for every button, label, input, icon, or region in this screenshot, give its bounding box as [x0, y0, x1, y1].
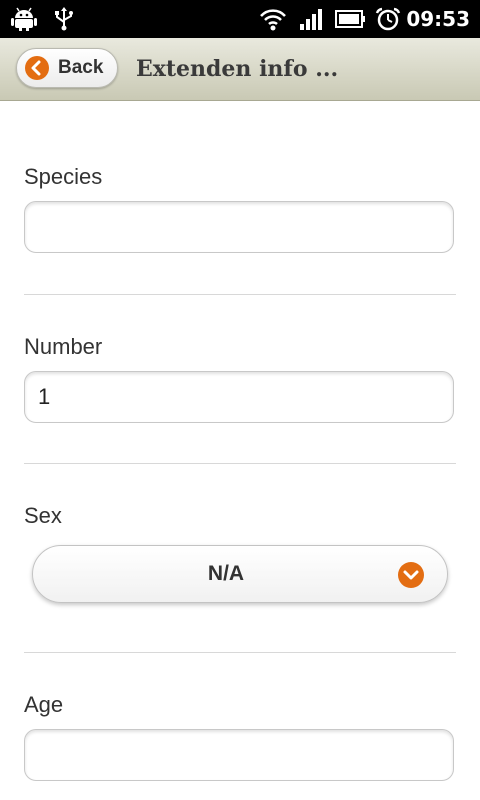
age-input[interactable]	[24, 729, 454, 781]
divider	[24, 463, 456, 464]
divider	[24, 652, 456, 653]
signal-icon	[298, 7, 326, 31]
age-label: Age	[24, 692, 64, 717]
number-label: Number	[24, 334, 103, 359]
divider	[24, 294, 456, 295]
species-label: Species	[24, 164, 103, 189]
header-bar: Back Extenden info ...	[0, 38, 480, 101]
alarm-icon	[374, 7, 402, 31]
clock-time: 09:53	[406, 7, 470, 31]
usb-icon	[52, 7, 76, 31]
species-input[interactable]	[24, 201, 454, 253]
wifi-icon	[258, 7, 288, 31]
sex-label: Sex	[24, 503, 62, 528]
battery-icon	[334, 7, 368, 31]
status-bar: 09:53	[0, 0, 480, 38]
form-content: Species Number Sex N/A Age	[0, 101, 480, 800]
chevron-left-icon	[25, 56, 49, 80]
back-button[interactable]: Back	[16, 48, 118, 88]
page-title: Extenden info ...	[136, 56, 339, 82]
chevron-down-icon	[398, 562, 424, 588]
number-input[interactable]	[24, 371, 454, 423]
android-debug-icon	[10, 7, 38, 31]
sex-select[interactable]: N/A	[32, 545, 448, 603]
back-button-label: Back	[58, 57, 104, 78]
sex-select-value: N/A	[207, 562, 245, 585]
